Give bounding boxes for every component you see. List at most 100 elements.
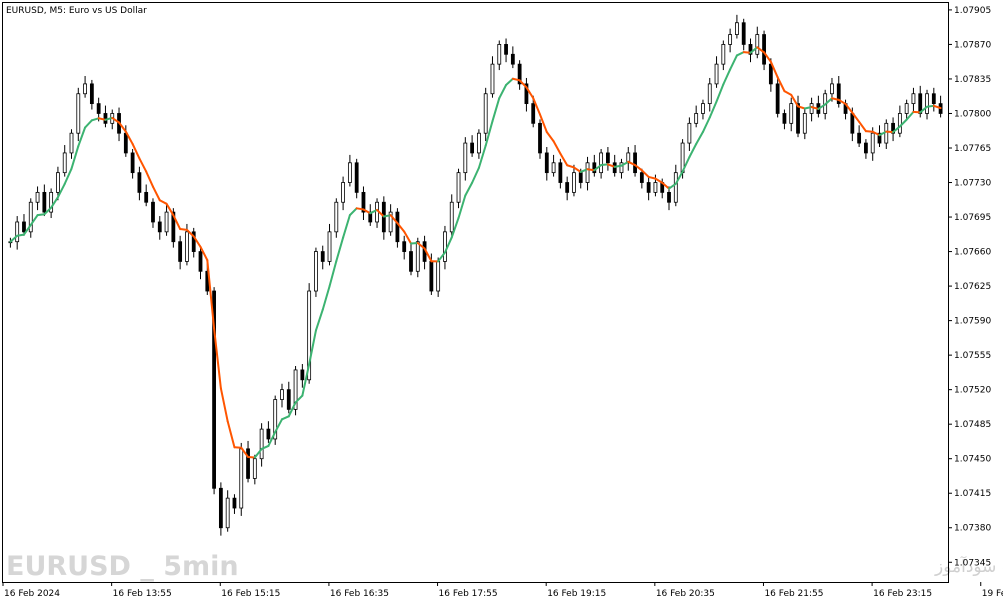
candle-body <box>429 261 434 292</box>
candle-body <box>599 152 604 174</box>
candle-body <box>639 172 644 183</box>
y-tick-label: 1.07485 <box>954 420 991 430</box>
candle-body <box>775 83 780 114</box>
candle-body <box>96 103 101 114</box>
candle-body <box>911 93 916 105</box>
candle-body <box>694 113 699 124</box>
candle-body <box>89 83 94 105</box>
candle-body <box>762 34 766 65</box>
candle-body <box>178 241 183 262</box>
x-tick-label: 16 Feb 20:35 <box>656 589 715 599</box>
candle-body <box>232 497 237 509</box>
candle-body <box>436 261 441 292</box>
watermark-symbol: EURUSD _ 5min <box>6 551 239 582</box>
candle-body <box>137 172 142 193</box>
candle-body <box>259 428 264 460</box>
candle-body <box>341 182 345 203</box>
candle-body <box>22 221 26 233</box>
y-tick-label: 1.07870 <box>954 40 991 50</box>
y-tick-label: 1.07730 <box>954 179 991 189</box>
candle-body <box>402 241 407 252</box>
candle-body <box>768 63 773 85</box>
candle-body <box>76 93 81 134</box>
x-tick-label: 16 Feb 2024 <box>4 589 60 599</box>
ma-segment-down <box>247 455 256 459</box>
candle-body <box>130 152 135 174</box>
y-tick-label: 1.07625 <box>954 282 991 292</box>
candle-body <box>755 34 760 55</box>
candle-body <box>606 152 610 164</box>
candle-body <box>646 182 651 193</box>
y-tick-label: 1.07380 <box>954 524 991 534</box>
candle-body <box>218 487 223 529</box>
candle-body <box>667 191 671 203</box>
candle-body <box>56 172 60 193</box>
candle-body <box>456 172 461 203</box>
ma-segment-down <box>742 51 752 54</box>
candle-body <box>286 389 291 410</box>
candle-body <box>103 113 108 124</box>
y-tick-label: 1.07660 <box>954 248 991 258</box>
y-tick-label: 1.07590 <box>954 317 991 327</box>
ma-segment-down <box>355 207 365 211</box>
candle-body <box>850 113 855 134</box>
y-tick-label: 1.07800 <box>954 109 991 119</box>
candle-body <box>246 448 250 479</box>
candle-body <box>164 211 169 233</box>
y-tick-label: 1.07345 <box>954 558 991 568</box>
x-tick-label: 19 Feb 00:35 <box>982 589 1003 599</box>
candle-body <box>69 132 74 154</box>
candle-body <box>42 191 47 213</box>
candle-body <box>123 132 128 154</box>
x-tick-label: 16 Feb 15:15 <box>221 589 280 599</box>
x-tick-label: 16 Feb 16:35 <box>330 589 389 599</box>
candle-body <box>578 172 583 183</box>
candle-body <box>789 103 794 124</box>
candle-body <box>721 44 726 65</box>
candle-body <box>470 142 475 154</box>
y-tick-label: 1.07835 <box>954 75 991 85</box>
ma-segment-down <box>864 130 874 133</box>
candle-body <box>327 231 332 262</box>
candle-body <box>572 172 576 193</box>
candle-body <box>931 93 936 105</box>
ma-segment-down <box>179 228 188 231</box>
candle-body <box>35 191 40 203</box>
candle-body <box>864 142 868 154</box>
candle-body <box>157 221 162 233</box>
ma-segment-up <box>613 164 623 168</box>
candle-body <box>802 113 807 134</box>
candle-body <box>531 103 536 124</box>
y-tick-label: 1.07555 <box>954 351 991 361</box>
candle-body <box>504 44 508 55</box>
candle-body <box>714 63 719 85</box>
candle-body <box>144 191 149 203</box>
candle-body <box>897 113 902 134</box>
candle-body <box>483 93 488 134</box>
x-tick-label: 16 Feb 13:55 <box>113 589 172 599</box>
ma-segment-up <box>600 163 609 167</box>
candle-body <box>735 22 739 35</box>
ma-segment-up <box>36 213 46 217</box>
y-tick-label: 1.07450 <box>954 455 991 465</box>
candle-body <box>830 83 834 95</box>
candle-body <box>809 103 814 114</box>
candle-body <box>904 103 909 114</box>
x-tick-label: 16 Feb 19:15 <box>547 589 606 599</box>
candle-body <box>701 103 705 114</box>
candle-body <box>551 162 556 174</box>
candle-body <box>687 122 692 144</box>
candle-body <box>870 132 875 154</box>
candle-body <box>354 162 359 193</box>
price-chart: EURUSD _ 5min انتشار در سایت سودآموز 1.0… <box>0 0 1003 605</box>
candle-body <box>728 34 733 45</box>
candle-body <box>415 241 420 272</box>
candle-body <box>585 162 590 183</box>
y-tick-label: 1.07765 <box>954 144 991 154</box>
ma-segment-up <box>382 214 392 218</box>
candle-body <box>395 211 400 243</box>
candle-body <box>653 182 658 193</box>
candle-body <box>673 172 678 203</box>
candle-body <box>510 53 515 65</box>
candle-body <box>62 152 67 174</box>
